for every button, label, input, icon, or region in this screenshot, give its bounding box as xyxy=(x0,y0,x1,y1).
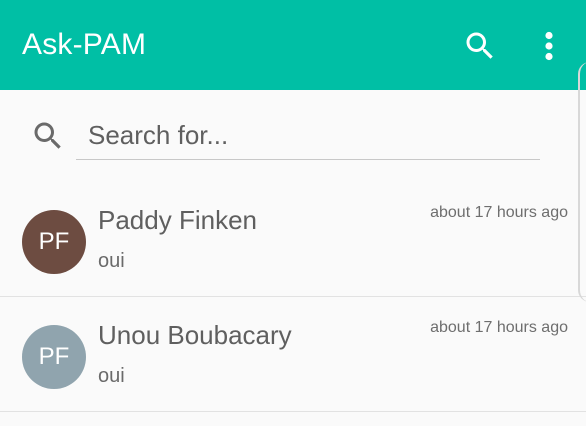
search-bar xyxy=(0,90,586,178)
search-icon xyxy=(466,32,493,59)
more-vert-icon xyxy=(545,31,553,61)
overflow-menu-button[interactable] xyxy=(534,28,564,64)
app-title: Ask-PAM xyxy=(22,28,147,61)
toolbar-search-button[interactable] xyxy=(462,28,498,64)
screen-edge-curve xyxy=(578,62,586,302)
message-timestamp: about 17 hours ago xyxy=(430,319,568,336)
search-input[interactable] xyxy=(76,112,540,160)
search-icon xyxy=(34,122,61,149)
app-screen: Ask-PAM PF Paddy Finken xyxy=(0,0,586,426)
search-field-icon xyxy=(30,118,66,154)
message-timestamp: about 17 hours ago xyxy=(430,204,568,221)
contact-name: Paddy Finken xyxy=(98,205,257,235)
conversation-item-unou-boubacary[interactable]: PF Unou Boubacary oui about 17 hours ago xyxy=(0,297,586,412)
last-message: oui xyxy=(98,250,125,272)
app-toolbar: Ask-PAM xyxy=(0,0,586,90)
avatar: PF xyxy=(22,210,86,274)
avatar: PF xyxy=(22,325,86,389)
last-message: oui xyxy=(98,365,125,387)
contact-name: Unou Boubacary xyxy=(98,320,292,350)
conversation-item-paddy-finken[interactable]: PF Paddy Finken oui about 17 hours ago xyxy=(0,182,586,297)
conversation-list-screen: PF Paddy Finken oui about 17 hours ago P… xyxy=(0,90,586,426)
